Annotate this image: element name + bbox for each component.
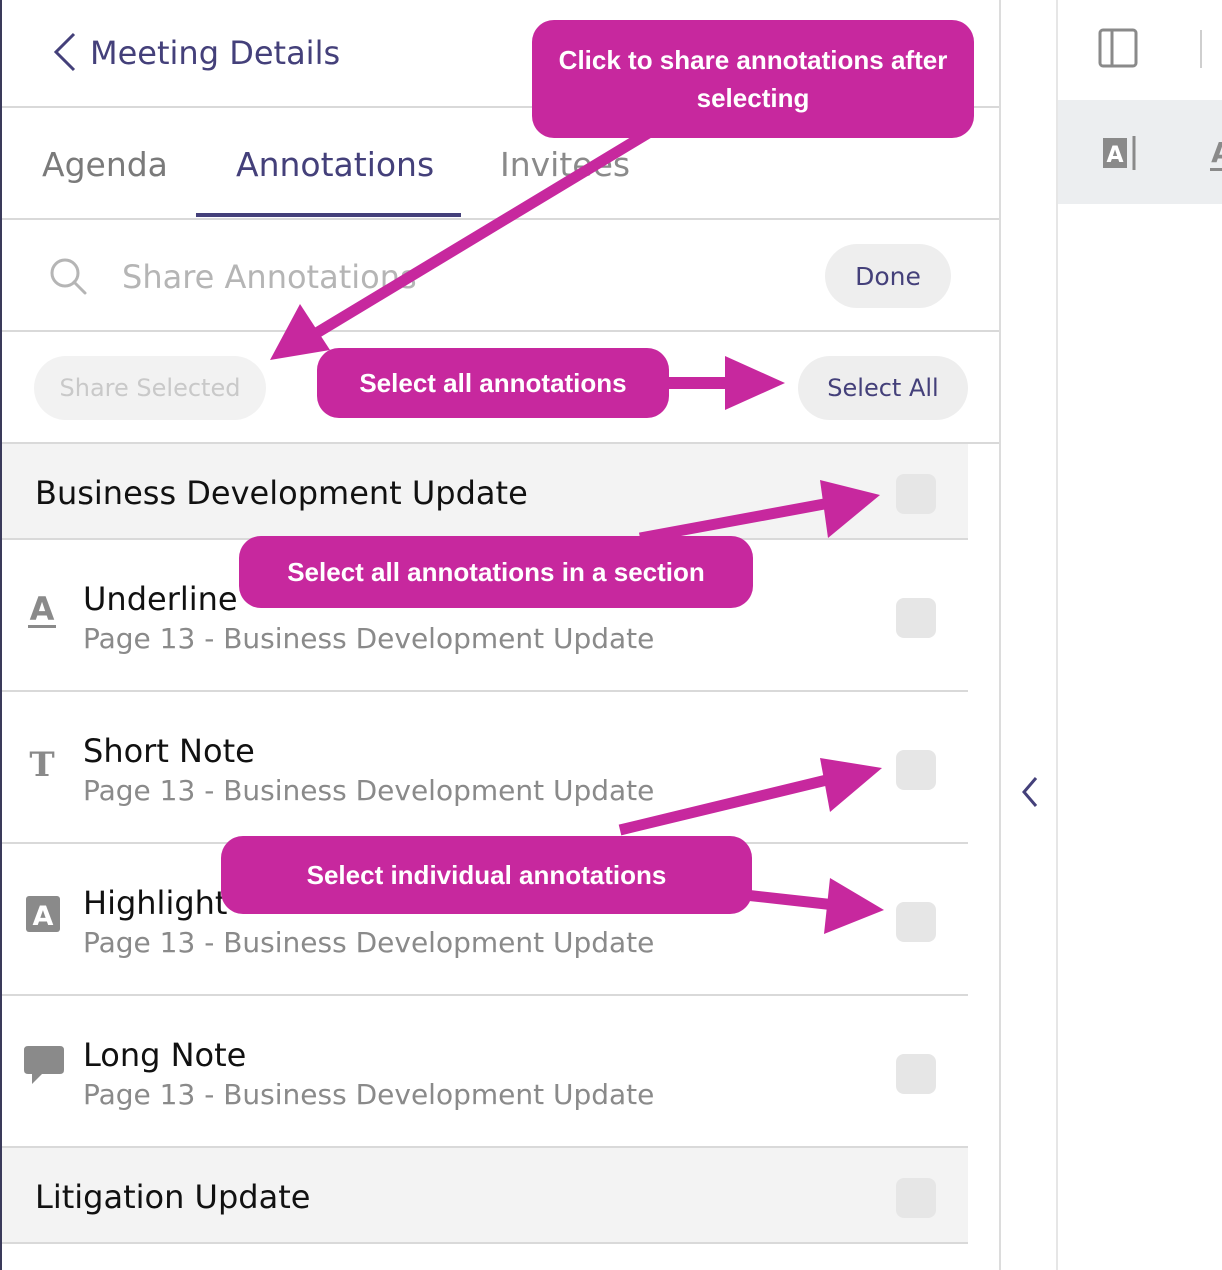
tab-agenda[interactable]: Agenda (42, 145, 168, 184)
annotation-checkbox[interactable] (896, 902, 936, 942)
collapse-panel-button[interactable] (1016, 774, 1044, 810)
highlight-icon: A (24, 894, 60, 939)
back-button[interactable]: Meeting Details (52, 28, 352, 78)
search-icon (48, 256, 88, 301)
annotation-title: Highlight (83, 884, 228, 922)
annotation-title: Short Note (83, 732, 255, 770)
comment-icon (24, 1044, 66, 1091)
section-title: Business Development Update (35, 474, 528, 512)
svg-text:T: T (29, 745, 54, 784)
section-checkbox[interactable] (896, 1178, 936, 1218)
annotation-checkbox[interactable] (896, 750, 936, 790)
chevron-left-icon (53, 32, 76, 72)
select-all-button[interactable]: Select All (798, 356, 968, 420)
section-header: Litigation Update (2, 1148, 968, 1242)
svg-text:A: A (1106, 143, 1123, 168)
annotation-checkbox[interactable] (896, 1054, 936, 1094)
callout-section: Select all annotations in a section (239, 536, 753, 608)
callout-select-all: Select all annotations (317, 348, 669, 418)
text-note-icon: T (24, 744, 60, 789)
annotation-item[interactable]: T Short Note Page 13 - Business Developm… (2, 692, 968, 844)
active-tab-indicator (196, 213, 461, 217)
section-header: Business Development Update (2, 444, 968, 538)
panel-right-border (999, 0, 1001, 1270)
sidebar-toggle-icon[interactable] (1098, 28, 1138, 73)
chevron-left-icon (1022, 777, 1038, 807)
underline-icon: A (24, 590, 60, 635)
back-label: Meeting Details (90, 34, 341, 72)
annotation-item[interactable]: Long Note Page 13 - Business Development… (2, 996, 968, 1148)
text-tool-icon[interactable]: A (1208, 134, 1222, 172)
annotation-subtitle: Page 13 - Business Development Update (83, 774, 655, 807)
annotation-toolbar (1058, 100, 1222, 204)
annotation-subtitle: Page 13 - Business Development Update (83, 622, 655, 655)
callout-share: Click to share annotations after selecti… (532, 20, 974, 138)
annotation-subtitle: Page 13 - Business Development Update (83, 1078, 655, 1111)
svg-text:A: A (1211, 136, 1222, 169)
row-divider (2, 1242, 968, 1244)
section-checkbox[interactable] (896, 474, 936, 514)
tabs-divider (2, 218, 999, 220)
svg-text:A: A (30, 590, 55, 628)
search-divider (2, 330, 999, 332)
annotation-title: Underline (83, 580, 238, 618)
annotation-title: Long Note (83, 1036, 247, 1074)
share-selected-button[interactable]: Share Selected (34, 356, 266, 420)
section-title: Litigation Update (35, 1178, 311, 1216)
tab-annotations[interactable]: Annotations (236, 145, 434, 184)
tab-invitees[interactable]: Invitees (500, 145, 630, 184)
toolbar-separator (1200, 30, 1202, 68)
svg-text:A: A (33, 901, 54, 932)
text-box-tool-icon[interactable]: A (1102, 134, 1138, 177)
annotation-checkbox[interactable] (896, 598, 936, 638)
search-input[interactable] (110, 252, 554, 302)
callout-individual: Select individual annotations (221, 836, 752, 914)
annotation-subtitle: Page 13 - Business Development Update (83, 926, 655, 959)
done-button[interactable]: Done (825, 244, 951, 308)
